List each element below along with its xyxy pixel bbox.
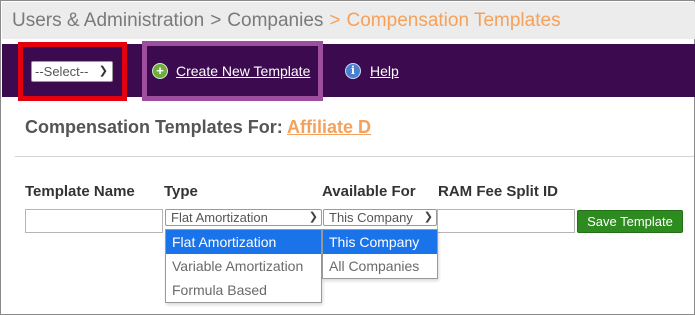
save-template-button[interactable]: Save Template xyxy=(577,210,683,233)
breadcrumb-current: Compensation Templates xyxy=(346,10,561,31)
breadcrumb: Users & Administration > Companies > Compens… xyxy=(2,2,695,39)
breadcrumb-companies[interactable]: Companies xyxy=(227,10,323,31)
page-title-prefix: Compensation Templates For: xyxy=(25,117,283,137)
type-dropdown-menu: Flat Amortization Variable Amortization … xyxy=(165,229,322,303)
breadcrumb-separator: > xyxy=(329,10,341,31)
type-select[interactable]: Flat Amortization ❯ xyxy=(165,209,322,226)
info-icon: i xyxy=(345,63,361,79)
ram-fee-split-id-input[interactable] xyxy=(437,209,575,233)
available-for-select[interactable]: This Company ❯ xyxy=(323,209,437,226)
available-for-select-value: This Company xyxy=(329,210,413,225)
breadcrumb-separator: > xyxy=(210,10,222,31)
highlight-box-red xyxy=(18,42,127,101)
col-header-ram-fee-split-id: RAM Fee Split ID xyxy=(438,183,559,200)
chevron-down-icon: ❯ xyxy=(308,211,318,223)
available-for-dropdown-menu: This Company All Companies xyxy=(322,229,438,279)
type-option-flat-amortization[interactable]: Flat Amortization xyxy=(166,230,321,254)
divider xyxy=(15,156,694,157)
highlight-box-purple xyxy=(142,41,323,101)
available-option-this-company[interactable]: This Company xyxy=(323,230,437,254)
chevron-down-icon: ❯ xyxy=(423,211,433,223)
type-option-formula-based[interactable]: Formula Based xyxy=(166,278,321,302)
help-link[interactable]: i Help xyxy=(345,62,399,80)
template-name-input[interactable] xyxy=(25,209,163,233)
col-header-template-name: Template Name xyxy=(25,183,135,200)
type-option-variable-amortization[interactable]: Variable Amortization xyxy=(166,254,321,278)
affiliate-link[interactable]: Affiliate D xyxy=(287,117,371,137)
col-header-available-for: Available For xyxy=(322,183,416,200)
help-label: Help xyxy=(370,63,399,79)
col-header-type: Type xyxy=(164,183,198,200)
breadcrumb-users-admin[interactable]: Users & Administration xyxy=(12,10,204,31)
page-title: Compensation Templates For: Affiliate D xyxy=(25,117,371,138)
type-select-value: Flat Amortization xyxy=(171,210,268,225)
app-frame: Users & Administration > Companies > Compens… xyxy=(0,0,695,315)
available-option-all-companies[interactable]: All Companies xyxy=(323,254,437,278)
